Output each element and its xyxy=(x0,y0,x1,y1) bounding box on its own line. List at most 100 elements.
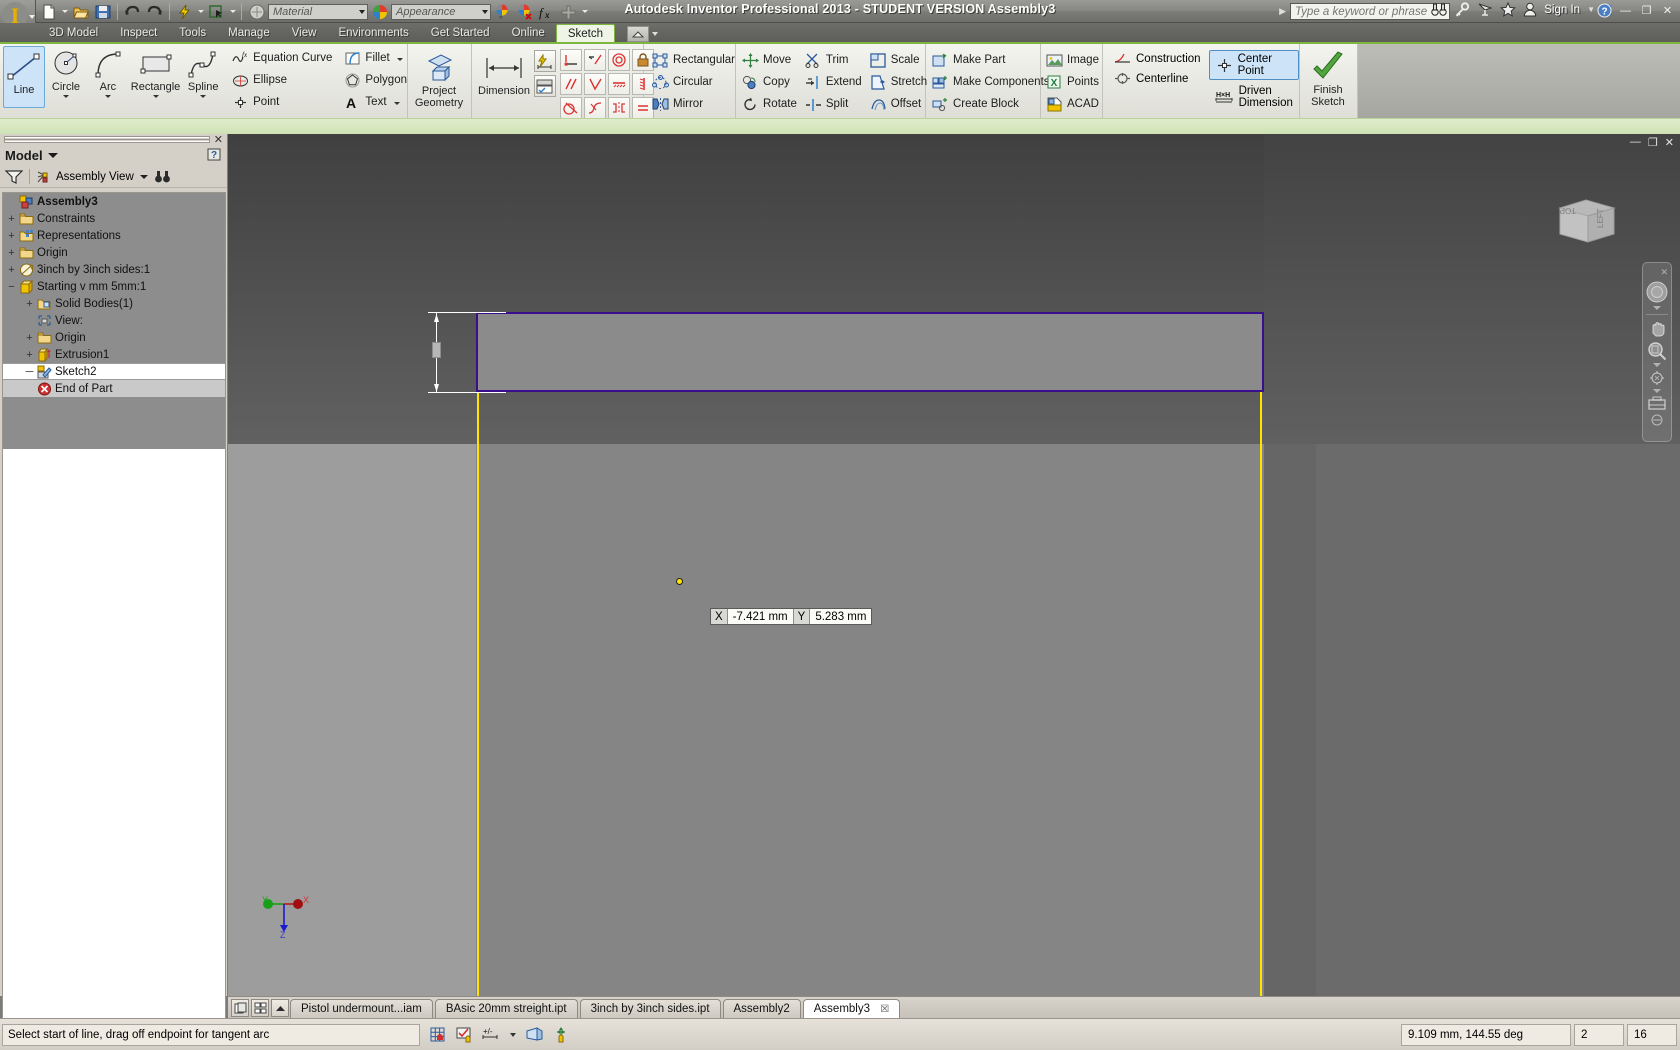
tab-sketch[interactable]: Sketch xyxy=(555,24,615,42)
appearance-combo[interactable]: Appearance xyxy=(391,3,491,20)
fillet-button[interactable]: Fillet xyxy=(344,47,407,69)
dof-icon[interactable] xyxy=(553,1026,570,1043)
chevron-down-icon[interactable] xyxy=(510,1032,516,1037)
constraint-display-icon[interactable] xyxy=(456,1027,473,1043)
coincident-constraint-icon[interactable] xyxy=(559,49,582,71)
tab-inspect[interactable]: Inspect xyxy=(109,24,168,42)
text-button[interactable]: A Text xyxy=(344,91,407,113)
doc-tab-pistol-undermount[interactable]: Pistol undermount...iam xyxy=(290,999,433,1018)
scroll-up-button[interactable] xyxy=(271,999,289,1017)
dimension-value-chip[interactable] xyxy=(432,342,441,358)
make-part-button[interactable]: Make Part xyxy=(932,49,1040,71)
trim-button[interactable]: Trim xyxy=(805,49,862,71)
split-button[interactable]: Split xyxy=(805,93,862,115)
finish-sketch-button[interactable]: Finish Sketch xyxy=(1300,47,1356,108)
make-components-button[interactable]: Make Components xyxy=(932,71,1050,93)
minimize-button[interactable]: — xyxy=(1617,3,1634,18)
rotate-button[interactable]: Rotate xyxy=(742,93,797,115)
sign-in-dropdown-arrow-icon[interactable]: ▼ xyxy=(1587,5,1595,14)
tab-manage[interactable]: Manage xyxy=(217,24,281,42)
zoom-icon[interactable] xyxy=(1647,341,1667,361)
slice-graphics-icon[interactable] xyxy=(525,1026,544,1043)
auto-dimension-icon[interactable] xyxy=(533,50,556,72)
tree-expander[interactable]: + xyxy=(5,247,18,259)
navbar-close-icon[interactable]: ✕ xyxy=(1660,267,1668,278)
zoom-dropdown-icon[interactable] xyxy=(1653,363,1661,367)
tree-item-end-of-part[interactable]: End of Part xyxy=(3,380,225,397)
communication-center-icon[interactable] xyxy=(1477,2,1493,17)
material-combo[interactable]: Material xyxy=(268,3,368,20)
fx-parameters-button[interactable]: fx xyxy=(536,2,557,22)
concentric-constraint-icon[interactable] xyxy=(607,49,630,71)
tree-item-origin-top[interactable]: + Origin xyxy=(3,244,225,261)
select-dropdown-arrow[interactable] xyxy=(228,2,237,22)
doc-tab-basic-20mm[interactable]: BAsic 20mm streight.ipt xyxy=(434,999,578,1018)
points-button[interactable]: X Points xyxy=(1046,71,1102,93)
scale-button[interactable]: Scale xyxy=(870,49,927,71)
point-button[interactable]: Point xyxy=(232,91,332,113)
qat-overflow-arrow[interactable] xyxy=(580,2,589,22)
chevron-down-icon[interactable] xyxy=(62,95,69,98)
search-binoculars-icon[interactable] xyxy=(1431,2,1447,17)
tree-item-representations[interactable]: + Representations xyxy=(3,227,225,244)
document-restore-button[interactable]: ❐ xyxy=(1648,136,1658,149)
sign-in-link[interactable]: Sign In xyxy=(1544,4,1580,16)
customize-qat-button[interactable] xyxy=(558,2,579,22)
sketch-profile-rectangle[interactable] xyxy=(476,312,1264,392)
help-icon[interactable]: ? xyxy=(207,148,222,162)
chevron-down-icon[interactable] xyxy=(104,95,111,98)
help-button[interactable]: ? xyxy=(1596,3,1613,18)
chevron-down-icon[interactable] xyxy=(139,174,148,179)
search-input[interactable] xyxy=(1290,3,1450,20)
spline-tool-button[interactable]: Spline xyxy=(182,44,224,98)
chevron-down-icon[interactable] xyxy=(47,152,58,158)
symmetric-constraint-icon[interactable] xyxy=(607,97,630,119)
new-file-dropdown-arrow[interactable] xyxy=(60,2,69,22)
tree-item-assembly3[interactable]: Assembly3 xyxy=(3,193,225,210)
arc-tool-button[interactable]: Arc xyxy=(87,44,129,98)
driven-dimension-toggle[interactable]: H×H Driven Dimension xyxy=(1209,83,1299,111)
chevron-down-icon[interactable] xyxy=(393,101,400,105)
circular-pattern-button[interactable]: Circular xyxy=(652,71,735,93)
tree-expander[interactable]: + xyxy=(23,332,36,344)
tile-windows-button[interactable] xyxy=(231,999,249,1017)
horizontal-constraint-icon[interactable] xyxy=(607,73,630,95)
search-history-arrow-icon[interactable]: ▶ xyxy=(1279,6,1286,17)
polygon-button[interactable]: Polygon xyxy=(344,69,407,91)
line-tool-button[interactable]: Line xyxy=(3,46,46,108)
tab-get-started[interactable]: Get Started xyxy=(420,24,501,42)
snap-grid-icon[interactable] xyxy=(430,1027,447,1043)
constraint-settings-icon[interactable] xyxy=(533,75,556,97)
tree-item-view[interactable]: View: xyxy=(3,312,225,329)
ribbon-options-arrow-icon[interactable] xyxy=(651,32,658,36)
dimension-tool-button[interactable]: Dimension xyxy=(478,48,530,97)
redo-button[interactable] xyxy=(144,2,165,22)
tangent-constraint-icon[interactable] xyxy=(559,97,582,119)
ribbon-minimize-icon[interactable] xyxy=(626,26,649,42)
tab-environments[interactable]: Environments xyxy=(327,24,419,42)
tree-item-solid-bodies[interactable]: + Solid Bodies(1) xyxy=(3,295,225,312)
circle-tool-button[interactable]: Circle xyxy=(45,44,87,98)
restore-button[interactable]: ❐ xyxy=(1638,3,1655,18)
construction-toggle[interactable]: Construction xyxy=(1108,50,1207,67)
ellipse-button[interactable]: Ellipse xyxy=(232,69,332,91)
acad-button[interactable]: ACAD xyxy=(1046,93,1102,115)
tree-item-origin-part[interactable]: + Origin xyxy=(3,329,225,346)
tree-expander[interactable]: + xyxy=(23,298,36,310)
document-close-button[interactable]: ✕ xyxy=(1665,136,1674,149)
tree-item-sketch2[interactable]: ─ Sketch2 xyxy=(3,363,225,380)
select-button[interactable] xyxy=(206,2,227,22)
image-button[interactable]: Image xyxy=(1046,49,1102,71)
cascade-windows-button[interactable] xyxy=(251,999,269,1017)
tree-expander[interactable]: + xyxy=(5,213,18,225)
return-button[interactable] xyxy=(246,2,267,22)
chevron-down-icon[interactable] xyxy=(396,57,403,61)
save-file-button[interactable] xyxy=(92,2,113,22)
browser-close-icon[interactable]: ✕ xyxy=(210,133,223,146)
new-file-button[interactable] xyxy=(38,2,59,22)
tree-item-extrusion1[interactable]: + Extrusion1 xyxy=(3,346,225,363)
stretch-button[interactable]: Stretch xyxy=(870,71,927,93)
move-button[interactable]: Move xyxy=(742,49,797,71)
rectangular-pattern-button[interactable]: Rectangular xyxy=(652,49,735,71)
collinear-constraint-icon[interactable] xyxy=(583,49,606,71)
